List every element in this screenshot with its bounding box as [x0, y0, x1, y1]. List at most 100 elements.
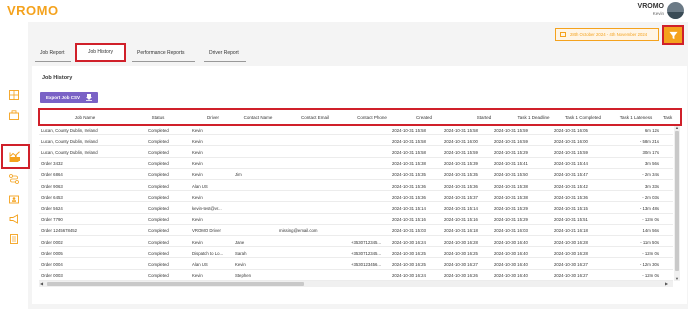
table-cell: - 11m 50s: [640, 239, 659, 245]
download-icon: [86, 94, 92, 101]
vertical-scroll-thumb[interactable]: [675, 131, 679, 271]
date-range-picker[interactable]: 28th October 2024 - 4th November 2024: [555, 28, 659, 41]
account-name: VROMO: [637, 3, 664, 10]
column-header[interactable]: Contact Name: [236, 115, 280, 120]
scroll-down-icon[interactable]: ▼: [675, 276, 679, 281]
table-cell: - 58m 21s: [639, 138, 659, 144]
table-cell: Order 7790: [41, 217, 63, 223]
table-row[interactable]: Order 7790 Completed Kevin 2024-10-31 15:16…: [39, 215, 673, 225]
table-cell: Completed: [148, 217, 169, 223]
table-cell: 2024-10-31 15:58: [392, 127, 426, 133]
table-cell: Completed: [148, 273, 169, 279]
table-cell: 2024-10-31 15:14: [444, 205, 478, 211]
column-header[interactable]: Task 1 Deadline: [511, 115, 556, 120]
table-row[interactable]: Lucan, County Dublin, Ireland Completed Ke…: [39, 125, 673, 136]
table-cell: 2024-10-31 15:35: [392, 172, 426, 178]
table-cell: 2024-10-31 15:38: [392, 161, 426, 167]
tab-driver-report[interactable]: Driver Report: [209, 50, 239, 56]
table-cell: 2024-10-31 15:16: [444, 217, 478, 223]
tab-performance-reports[interactable]: Performance Reports: [137, 50, 185, 56]
column-header[interactable]: Job Name: [42, 115, 128, 120]
table-row[interactable]: Order 0005 Completed Dispatch to Lo... Sara…: [39, 248, 673, 259]
table-row[interactable]: Order 5624 Completed kevin-test@vr... 2024-…: [39, 203, 673, 214]
tab-job-history[interactable]: Job History: [75, 43, 126, 62]
sidebar-jobs-icon[interactable]: [9, 110, 19, 120]
table-cell: 2024-10-30 16:28: [554, 239, 588, 245]
table-cell: Kevin: [192, 138, 203, 144]
table-row[interactable]: Lucan, County Dublin, Ireland Completed Ke…: [39, 136, 673, 147]
table-row[interactable]: Order 1245678452 Completed VROMO Driver mis…: [39, 226, 673, 236]
table-cell: 2024-10-30 16:26: [444, 273, 478, 279]
tab-underline: [204, 61, 246, 62]
tab-job-report[interactable]: Job Report: [40, 50, 64, 56]
table-cell: 2024-10-31 15:16: [392, 217, 426, 223]
sidebar-announcements-icon[interactable]: [9, 214, 19, 224]
vromo-logo[interactable]: VROMO: [7, 3, 59, 18]
sidebar-documents-icon[interactable]: [9, 234, 19, 244]
column-header[interactable]: Driver: [192, 115, 234, 120]
horizontal-scrollbar[interactable]: ◀ ▶: [39, 281, 673, 287]
horizontal-scroll-thumb[interactable]: [47, 282, 304, 286]
sidebar-map-icon[interactable]: [9, 90, 19, 100]
table-row[interactable]: Order 0002 Completed Kevin Jane +3530712345.…: [39, 237, 673, 248]
table-cell: Sarah: [235, 250, 247, 256]
column-header[interactable]: Contact Phone: [352, 115, 392, 120]
table-cell: Stephen: [235, 273, 252, 279]
column-header[interactable]: Task: [663, 115, 677, 120]
table-cell: Kevin: [192, 194, 203, 200]
table-row[interactable]: Order 9063 Completed Alan US 2024-10-31 15:…: [39, 181, 673, 192]
sidebar-stats-icon[interactable]: [9, 152, 19, 162]
table-row[interactable]: Order 6864 Completed Kevin Jim 2024-10-31 15…: [39, 170, 673, 180]
vertical-scrollbar[interactable]: ▲ ▼: [674, 125, 680, 281]
table-row[interactable]: Order 6453 Completed Kevin 2024-10-31 15:36…: [39, 192, 673, 203]
table-cell: - 2m 34s: [642, 172, 659, 178]
column-header[interactable]: Contact Email: [282, 115, 348, 120]
sidebar-routes-icon[interactable]: [9, 174, 19, 184]
table-cell: Kevin: [192, 127, 203, 133]
column-header[interactable]: Created: [393, 115, 455, 120]
column-header[interactable]: Task 1 Lateness: [611, 115, 661, 120]
sidebar: [0, 22, 30, 309]
table-cell: 2024-10-30 16:40: [494, 250, 528, 256]
table-cell: 2024-10-31 15:36: [392, 183, 426, 189]
sidebar-team-icon[interactable]: [9, 194, 19, 204]
table-cell: Lucan, County Dublin, Ireland: [41, 127, 98, 133]
column-header[interactable]: Task 1 Completed: [558, 115, 608, 120]
table-cell: 2024-10-31 15:38: [494, 194, 528, 200]
table-cell: Completed: [148, 149, 169, 155]
column-header[interactable]: Status: [138, 115, 178, 120]
table-cell: 2024-10-30 16:40: [494, 239, 528, 245]
table-cell: Kevin: [235, 261, 246, 267]
filter-button[interactable]: [662, 25, 684, 45]
table-cell: 2024-10-31 15:38: [494, 183, 528, 189]
table-cell: +3530123456...: [351, 261, 381, 267]
avatar[interactable]: [667, 2, 684, 19]
table-cell: 2024-10-31 15:59: [554, 149, 588, 155]
export-job-csv-button[interactable]: Export Job CSV: [40, 92, 98, 103]
table-cell: 2024-10-31 16:00: [554, 138, 588, 144]
panel-title: Job History: [42, 75, 73, 81]
table-cell: 3m 33s: [644, 183, 659, 189]
table-cell: 6m 12s: [644, 127, 659, 133]
column-header[interactable]: Started: [459, 115, 509, 120]
table-cell: Order 0004: [41, 261, 63, 267]
table-cell: kevin-test@vr...: [192, 205, 222, 211]
table-cell: Lucan, County Dublin, Ireland: [41, 149, 98, 155]
table-cell: Completed: [148, 261, 169, 267]
table-cell: 2024-10-30 16:25: [444, 250, 478, 256]
table-cell: 2024-10-31 15:58: [444, 127, 478, 133]
table-cell: Order 3432: [41, 161, 63, 167]
job-history-table: Job Name Status Driver Contact Name Contact …: [38, 108, 682, 288]
table-row[interactable]: Order 3432 Completed Kevin 2024-10-31 15:38…: [39, 159, 673, 169]
scroll-left-icon[interactable]: ◀: [40, 281, 43, 286]
scroll-up-icon[interactable]: ▲: [675, 125, 679, 130]
table-cell: 2024-10-21 16:18: [554, 228, 588, 234]
table-cell: 2024-10-31 15:14: [392, 205, 426, 211]
table-row[interactable]: Order 0004 Completed Alan US Kevin +35301234…: [39, 259, 673, 270]
table-cell: 2024-10-30 16:27: [554, 273, 588, 279]
table-cell: - 13m 48s: [639, 205, 659, 211]
table-row[interactable]: Order 0003 Completed Kevin Stephen 2024-10-3…: [39, 271, 673, 281]
table-row[interactable]: Lucan, County Dublin, Ireland Completed Ke…: [39, 147, 673, 158]
table-cell: Completed: [148, 250, 169, 256]
scroll-right-icon[interactable]: ▶: [665, 281, 668, 286]
